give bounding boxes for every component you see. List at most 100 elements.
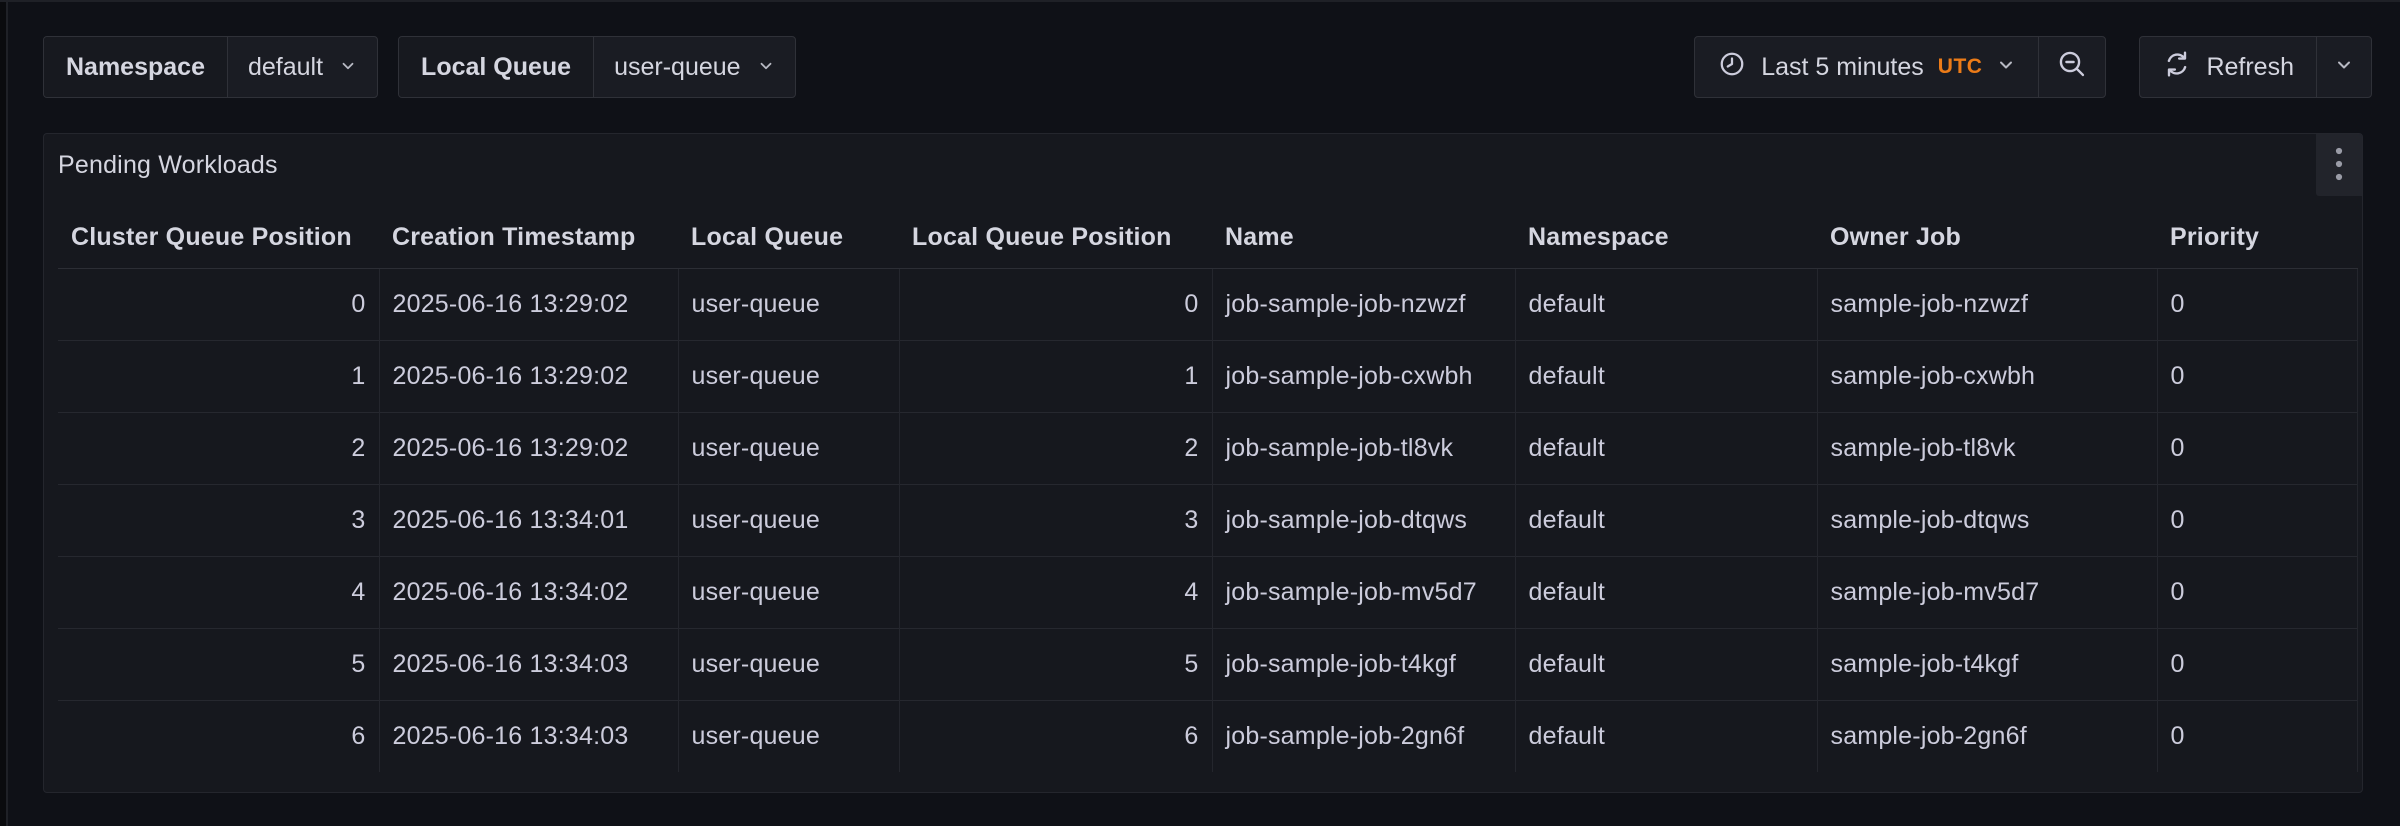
- cell-owner-job: sample-job-mv5d7: [1817, 556, 2157, 628]
- pending-workloads-table: Cluster Queue PositionCreation Timestamp…: [58, 208, 2358, 772]
- cell-local-queue-position: 0: [899, 268, 1212, 340]
- column-header-priority[interactable]: Priority: [2157, 208, 2357, 268]
- cell-local-queue-position: 1: [899, 340, 1212, 412]
- table-container: Cluster Queue PositionCreation Timestamp…: [58, 208, 2357, 772]
- zoom-out-icon: [2056, 48, 2088, 87]
- refresh-interval-dropdown[interactable]: [2316, 37, 2371, 97]
- cell-namespace: default: [1515, 340, 1817, 412]
- cell-cluster-queue-position: 5: [58, 628, 379, 700]
- variable-namespace-select[interactable]: default: [228, 37, 377, 97]
- timezone-badge: UTC: [1938, 55, 1983, 79]
- table-row: 52025-06-16 13:34:03user-queue5job-sampl…: [58, 628, 2357, 700]
- column-header-namespace[interactable]: Namespace: [1515, 208, 1817, 268]
- cell-creation-timestamp: 2025-06-16 13:29:02: [379, 340, 678, 412]
- cell-cluster-queue-position: 0: [58, 268, 379, 340]
- cell-local-queue: user-queue: [678, 484, 899, 556]
- variable-controls: Namespace default Local Queueuser-queue: [43, 36, 796, 98]
- column-header-local-queue[interactable]: Local Queue: [678, 208, 899, 268]
- cell-namespace: default: [1515, 268, 1817, 340]
- cell-local-queue-position: 6: [899, 700, 1212, 772]
- window-left-edge: [0, 0, 8, 826]
- cell-owner-job: sample-job-2gn6f: [1817, 700, 2157, 772]
- time-range-picker[interactable]: Last 5 minutes UTC: [1695, 37, 2038, 97]
- cell-creation-timestamp: 2025-06-16 13:34:03: [379, 628, 678, 700]
- time-controls: Last 5 minutes UTC Refre: [1694, 36, 2372, 98]
- refresh-label: Refresh: [2206, 53, 2294, 82]
- cell-priority: 0: [2157, 484, 2357, 556]
- cell-creation-timestamp: 2025-06-16 13:34:01: [379, 484, 678, 556]
- cell-priority: 0: [2157, 556, 2357, 628]
- variable-namespace: Namespace default: [43, 36, 378, 98]
- cell-local-queue: user-queue: [678, 412, 899, 484]
- column-header-name[interactable]: Name: [1212, 208, 1515, 268]
- chevron-down-icon: [2334, 53, 2354, 82]
- cell-local-queue: user-queue: [678, 628, 899, 700]
- clock-icon: [1717, 49, 1747, 86]
- cell-local-queue: user-queue: [678, 556, 899, 628]
- cell-priority: 0: [2157, 412, 2357, 484]
- cell-priority: 0: [2157, 268, 2357, 340]
- table-row: 12025-06-16 13:29:02user-queue1job-sampl…: [58, 340, 2357, 412]
- column-header-owner-job[interactable]: Owner Job: [1817, 208, 2157, 268]
- chevron-down-icon: [1996, 53, 2016, 82]
- cell-owner-job: sample-job-dtqws: [1817, 484, 2157, 556]
- dashboard-toolbar: Namespace default Local Queueuser-queue La…: [43, 36, 2372, 98]
- kebab-menu-icon: [2335, 145, 2343, 186]
- cell-name: job-sample-job-nzwzf: [1212, 268, 1515, 340]
- cell-cluster-queue-position: 6: [58, 700, 379, 772]
- cell-local-queue-position: 5: [899, 628, 1212, 700]
- cell-name: job-sample-job-tl8vk: [1212, 412, 1515, 484]
- cell-namespace: default: [1515, 412, 1817, 484]
- cell-name: job-sample-job-dtqws: [1212, 484, 1515, 556]
- variable-value: default: [248, 53, 323, 82]
- table-header-row: Cluster Queue PositionCreation Timestamp…: [58, 208, 2357, 268]
- cell-cluster-queue-position: 3: [58, 484, 379, 556]
- cell-local-queue-position: 3: [899, 484, 1212, 556]
- cell-local-queue-position: 4: [899, 556, 1212, 628]
- panel-menu-button[interactable]: [2316, 134, 2362, 196]
- cell-namespace: default: [1515, 700, 1817, 772]
- variable-local-queue-select[interactable]: user-queue: [594, 37, 794, 97]
- table-row: 32025-06-16 13:34:01user-queue3job-sampl…: [58, 484, 2357, 556]
- column-header-creation-timestamp[interactable]: Creation Timestamp: [379, 208, 678, 268]
- cell-cluster-queue-position: 4: [58, 556, 379, 628]
- cell-local-queue: user-queue: [678, 268, 899, 340]
- table-row: 42025-06-16 13:34:02user-queue4job-sampl…: [58, 556, 2357, 628]
- cell-local-queue-position: 2: [899, 412, 1212, 484]
- variable-local-queue: Local Queueuser-queue: [398, 36, 796, 98]
- cell-name: job-sample-job-mv5d7: [1212, 556, 1515, 628]
- refresh-group: Refresh: [2139, 36, 2372, 98]
- cell-owner-job: sample-job-tl8vk: [1817, 412, 2157, 484]
- table-row: 62025-06-16 13:34:03user-queue6job-sampl…: [58, 700, 2357, 772]
- time-range-label: Last 5 minutes: [1761, 53, 1924, 82]
- cell-owner-job: sample-job-nzwzf: [1817, 268, 2157, 340]
- cell-creation-timestamp: 2025-06-16 13:29:02: [379, 412, 678, 484]
- cell-name: job-sample-job-cxwbh: [1212, 340, 1515, 412]
- cell-owner-job: sample-job-t4kgf: [1817, 628, 2157, 700]
- refresh-icon: [2162, 49, 2192, 86]
- cell-owner-job: sample-job-cxwbh: [1817, 340, 2157, 412]
- grafana-dashboard: NamespacedefaultLocal Queueuser-queue La…: [0, 0, 2400, 826]
- cell-creation-timestamp: 2025-06-16 13:34:02: [379, 556, 678, 628]
- cell-cluster-queue-position: 1: [58, 340, 379, 412]
- cell-priority: 0: [2157, 700, 2357, 772]
- column-header-cluster-queue-position[interactable]: Cluster Queue Position: [58, 208, 379, 268]
- refresh-button[interactable]: Refresh: [2140, 37, 2316, 97]
- cell-namespace: default: [1515, 484, 1817, 556]
- cell-name: job-sample-job-t4kgf: [1212, 628, 1515, 700]
- cell-priority: 0: [2157, 628, 2357, 700]
- cell-creation-timestamp: 2025-06-16 13:29:02: [379, 268, 678, 340]
- chevron-down-icon: [339, 53, 357, 82]
- cell-name: job-sample-job-2gn6f: [1212, 700, 1515, 772]
- chevron-down-icon: [757, 53, 775, 82]
- time-zoom-out-button[interactable]: [2038, 37, 2105, 97]
- cell-creation-timestamp: 2025-06-16 13:34:03: [379, 700, 678, 772]
- cell-namespace: default: [1515, 628, 1817, 700]
- panel-header: Pending Workloads: [44, 134, 2362, 196]
- table-row: 22025-06-16 13:29:02user-queue2job-sampl…: [58, 412, 2357, 484]
- column-header-local-queue-position[interactable]: Local Queue Position: [899, 208, 1212, 268]
- cell-local-queue: user-queue: [678, 700, 899, 772]
- cell-priority: 0: [2157, 340, 2357, 412]
- cell-local-queue: user-queue: [678, 340, 899, 412]
- variable-label: Namespace: [44, 37, 228, 97]
